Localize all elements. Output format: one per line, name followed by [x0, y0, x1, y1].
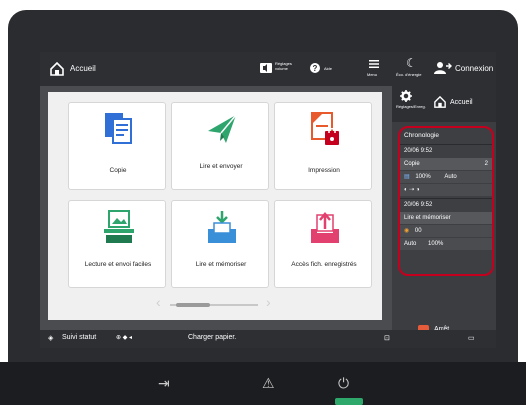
top-bar: Accueil Réglages volume ? Aide Menu	[40, 52, 392, 86]
next-page-icon[interactable]: ›	[266, 294, 271, 310]
quick-menu-icon[interactable]: ⊡	[384, 334, 390, 342]
previous-page-icon[interactable]: ‹	[156, 294, 161, 310]
access-files-tile-label: Accès fich. enregistrés	[291, 261, 357, 268]
login-hard-key-icon[interactable]: ⇥	[158, 375, 170, 392]
copy-tile[interactable]: Copie	[68, 102, 166, 190]
job-history-panel[interactable]: Chronologie 20/06 9:52 Copie 2 ▤ 100% Au…	[398, 126, 494, 276]
main-menu-area: Copie Lire et envoyer Impression Lecture…	[48, 92, 382, 320]
scan-store-tile-label: Lire et mémoriser	[195, 261, 247, 268]
user-login-icon[interactable]	[434, 61, 452, 75]
help-label[interactable]: Aide	[324, 66, 332, 71]
easy-scan-icon	[104, 210, 134, 243]
job-time: 20/06 9:52	[404, 148, 433, 154]
paper-icon: ▤	[404, 174, 410, 180]
energy-saver-icon[interactable]: ☾	[406, 56, 417, 70]
status-bar: ◈ Suivi statut ⊕ ◆ ◂ Charger papier. ⊡ ▭	[40, 330, 496, 348]
status-monitor-label[interactable]: Suivi statut	[62, 334, 96, 341]
job-count: 00	[414, 228, 422, 234]
menu-label[interactable]: Menu	[367, 72, 377, 77]
counter-check-icon[interactable]: ▭	[468, 334, 475, 342]
job-name: Lire et mémoriser	[404, 215, 451, 221]
secure-print-icon	[311, 112, 339, 145]
warning-hard-key-icon[interactable]: ⚠	[262, 375, 275, 392]
scan-store-tile[interactable]: Lire et mémoriser	[171, 200, 269, 288]
access-files-tile[interactable]: Accès fich. enregistrés	[274, 200, 372, 288]
login-label[interactable]: Connexion	[455, 64, 493, 73]
divider	[400, 198, 492, 199]
home-title: Accueil	[70, 64, 96, 73]
gear-icon[interactable]	[400, 90, 412, 102]
home-icon[interactable]	[434, 96, 446, 108]
power-indicator-light	[335, 398, 363, 405]
touch-screen: Accueil Réglages volume ? Aide Menu ☾ Éc…	[40, 52, 496, 348]
job-scale: 100%	[428, 241, 444, 247]
volume-label[interactable]: Réglages volume	[275, 61, 299, 71]
job-mode: Auto	[404, 241, 417, 247]
settings-label[interactable]: Réglages/Enreg.	[396, 104, 426, 109]
job-row[interactable]: Lire et mémoriser	[400, 212, 492, 224]
energy-saver-label[interactable]: Éco. d'énergie	[396, 72, 424, 77]
svg-text:?: ?	[313, 64, 318, 73]
job-options-row: Auto 100%	[400, 238, 492, 250]
side-panel-top: Réglages/Enreg. Accueil	[392, 86, 496, 122]
menu-icon[interactable]	[368, 59, 380, 69]
power-hard-key-icon[interactable]: ⏻	[338, 375, 349, 392]
job-row[interactable]: Copie 2	[400, 158, 492, 170]
easy-scan-tile-label: Lecture et envoi faciles	[84, 261, 152, 268]
counter-icon: ◉	[404, 228, 410, 234]
job-mode: Auto	[444, 174, 457, 180]
divider	[400, 144, 492, 145]
job-name: Copie	[404, 161, 420, 167]
job-detail-row: ◉ 00	[400, 225, 492, 237]
easy-scan-tile[interactable]: Lecture et envoi faciles	[68, 200, 166, 288]
paper-plane-icon	[208, 114, 237, 143]
side-home-label[interactable]: Accueil	[450, 99, 473, 106]
scan-send-tile[interactable]: Lire et envoyer	[171, 102, 269, 190]
job-count: 2	[484, 161, 488, 167]
status-monitor-icon[interactable]: ◈	[48, 334, 53, 342]
right-top-bar: ☾ Éco. d'énergie Connexion	[392, 52, 496, 86]
print-tile-label: Impression	[308, 167, 340, 174]
scan-store-icon	[208, 211, 236, 243]
page-indicator-thumb[interactable]	[176, 303, 210, 307]
job-time: 20/06 9:52	[404, 202, 433, 208]
help-icon[interactable]: ?	[310, 63, 320, 73]
copy-tile-label: Copie	[109, 167, 127, 174]
job-history-title: Chronologie	[404, 132, 440, 139]
network-status-icon: ⊕ ◆ ◂	[116, 335, 132, 341]
access-files-icon	[311, 212, 339, 243]
volume-icon[interactable]	[260, 63, 272, 73]
copy-icon	[105, 113, 132, 144]
status-message: Charger papier.	[188, 334, 237, 341]
scan-send-tile-label: Lire et envoyer	[199, 163, 243, 170]
job-options-row: ◐ ⇢ ◑	[400, 184, 492, 196]
job-detail-row: ▤ 100% Auto	[400, 171, 492, 183]
duplex-icon: ◐ ⇢ ◑	[404, 187, 420, 193]
print-tile[interactable]: Impression	[274, 102, 372, 190]
side-panel: Réglages/Enreg. Accueil Chronologie 20/0…	[392, 86, 496, 348]
job-scale: 100%	[415, 174, 431, 180]
home-icon[interactable]	[50, 62, 64, 76]
